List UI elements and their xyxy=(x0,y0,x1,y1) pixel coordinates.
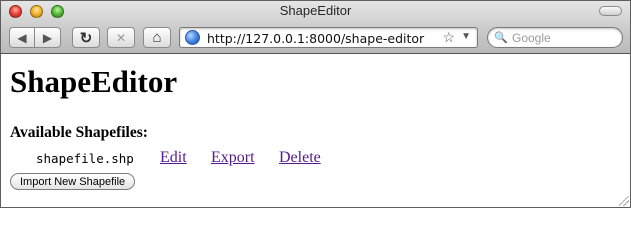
section-heading: Available Shapefiles: xyxy=(10,124,148,141)
import-shapefile-button[interactable]: Import New Shapefile xyxy=(10,173,136,190)
address-bar[interactable]: http://127.0.0.1:8000/shape-editor ☆ ▼ xyxy=(179,27,478,48)
browser-chrome: ShapeEditor ◀ ▶ ↻ ✕ ⌂ http://127.0.0.1:8… xyxy=(1,1,630,54)
resize-grip-icon[interactable] xyxy=(619,196,629,206)
stop-icon: ✕ xyxy=(115,30,127,45)
toolbar-toggle-button[interactable] xyxy=(599,6,622,16)
forward-arrow-icon: ▶ xyxy=(42,30,53,45)
page-content: ShapeEditor Available Shapefiles: shapef… xyxy=(1,55,630,207)
window-title: ShapeEditor xyxy=(279,3,352,18)
home-icon: ⌂ xyxy=(152,29,162,46)
forward-button[interactable]: ▶ xyxy=(35,27,61,48)
shapefile-name: shapefile.shp xyxy=(36,151,134,166)
globe-icon xyxy=(185,30,200,45)
history-dropdown-icon[interactable]: ▼ xyxy=(461,31,471,42)
bookmark-star-icon[interactable]: ☆ xyxy=(442,29,455,46)
edit-link[interactable]: Edit xyxy=(160,149,187,167)
shapefile-row: shapefile.shp Edit Export Delete xyxy=(1,148,630,168)
home-button[interactable]: ⌂ xyxy=(143,27,171,48)
browser-window: ShapeEditor ◀ ▶ ↻ ✕ ⌂ http://127.0.0.1:8… xyxy=(0,0,631,208)
reload-button[interactable]: ↻ xyxy=(72,27,100,48)
reload-icon: ↻ xyxy=(79,29,93,47)
url-text[interactable]: http://127.0.0.1:8000/shape-editor xyxy=(207,31,424,46)
delete-link[interactable]: Delete xyxy=(279,149,321,167)
page-title: ShapeEditor xyxy=(10,64,178,99)
search-input[interactable] xyxy=(512,30,617,46)
back-button[interactable]: ◀ xyxy=(9,27,35,48)
search-icon[interactable]: 🔍 xyxy=(494,31,508,44)
back-arrow-icon: ◀ xyxy=(17,30,27,45)
export-link[interactable]: Export xyxy=(211,149,255,167)
stop-button[interactable]: ✕ xyxy=(107,27,135,48)
search-box[interactable]: 🔍 xyxy=(487,27,623,48)
